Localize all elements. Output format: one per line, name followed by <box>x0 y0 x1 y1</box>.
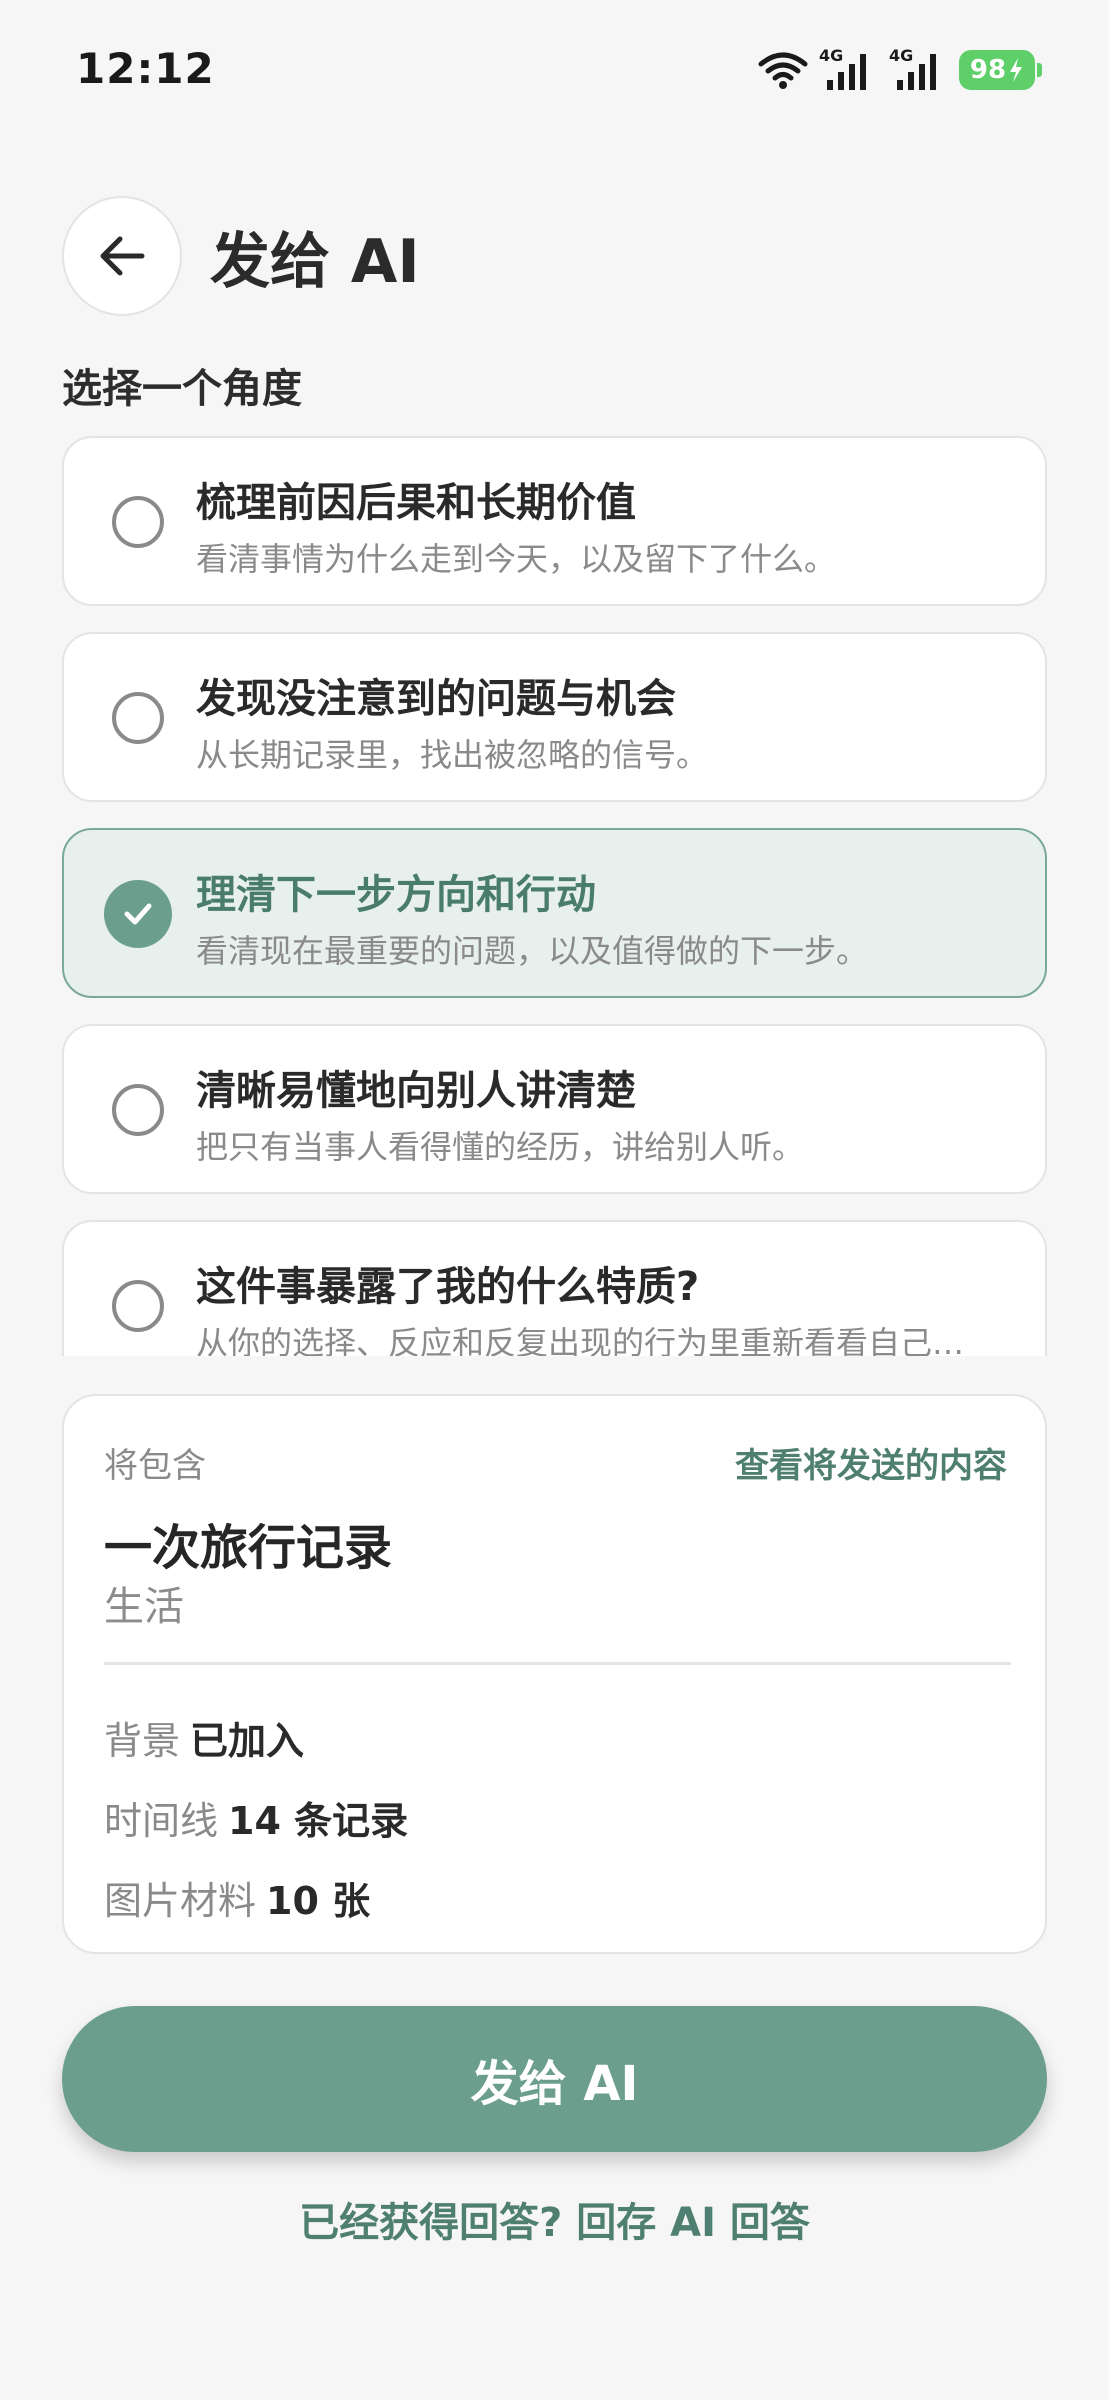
stat-key: 图片材料 <box>104 1879 257 1923</box>
radio-unchecked[interactable] <box>112 496 164 548</box>
status-time: 12:12 <box>76 44 215 93</box>
battery-level: 98 <box>969 55 1007 85</box>
stat-value: 已加入 <box>190 1719 305 1763</box>
option-desc: 从长期记录里，找出被忽略的信号。 <box>196 736 709 774</box>
status-icons: 4G 4G 98 <box>757 46 1042 94</box>
radio-unchecked[interactable] <box>112 1280 164 1332</box>
option-title: 这件事暴露了我的什么特质? <box>196 1264 700 1310</box>
option-desc: 看清现在最重要的问题，以及值得做的下一步。 <box>196 932 869 970</box>
radio-checked[interactable] <box>104 880 172 948</box>
stat-key: 时间线 <box>104 1799 219 1843</box>
signal-bars-icon <box>827 54 866 90</box>
option-desc: 把只有当事人看得懂的经历，讲给别人听。 <box>196 1128 805 1166</box>
summary-label: 将包含 <box>104 1446 206 1486</box>
option-cause-and-value[interactable]: 梳理前因后果和长期价值 看清事情为什么走到今天，以及留下了什么。 <box>62 436 1047 606</box>
save-ai-answer-link[interactable]: 已经获得回答? 回存 AI 回答 <box>0 2190 1109 2248</box>
back-button[interactable] <box>62 196 182 316</box>
stat-row-background: 背景 已加入 <box>104 1710 304 1765</box>
option-title: 梳理前因后果和长期价值 <box>196 480 636 526</box>
send-to-ai-button[interactable]: 发给 AI <box>62 2006 1047 2152</box>
option-explain-clearly[interactable]: 清晰易懂地向别人讲清楚 把只有当事人看得懂的经历，讲给别人听。 <box>62 1024 1047 1194</box>
option-title: 理清下一步方向和行动 <box>196 872 596 918</box>
summary-card: 将包含 查看将发送的内容 一次旅行记录 生活 背景 已加入 时间线 14 条记录 图… <box>62 1394 1047 1954</box>
checkmark-icon <box>124 903 152 925</box>
record-title: 一次旅行记录 <box>104 1520 393 1576</box>
signal-1: 4G <box>819 46 879 92</box>
view-content-link[interactable]: 查看将发送的内容 <box>735 1438 1007 1487</box>
stat-value: 14 条记录 <box>228 1799 409 1843</box>
header: 发给 AI <box>62 196 420 316</box>
option-desc: 从你的选择、反应和反复出现的行为里重新看看自己… <box>196 1324 965 1356</box>
option-desc: 看清事情为什么走到今天，以及留下了什么。 <box>196 540 837 578</box>
battery-indicator: 98 <box>959 50 1042 90</box>
stat-value: 10 张 <box>266 1879 371 1923</box>
page-title: 发给 AI <box>210 226 420 297</box>
radio-unchecked[interactable] <box>112 692 164 744</box>
status-bar: 12:12 4G 4G 98 <box>0 0 1109 140</box>
stat-row-timeline: 时间线 14 条记录 <box>104 1790 408 1845</box>
stat-key: 背景 <box>104 1719 181 1763</box>
stat-row-images: 图片材料 10 张 <box>104 1870 370 1925</box>
arrow-left-icon <box>100 236 145 276</box>
option-next-step[interactable]: 理清下一步方向和行动 看清现在最重要的问题，以及值得做的下一步。 <box>62 828 1047 998</box>
signal-2: 4G <box>889 46 949 92</box>
option-problems-and-opportunities[interactable]: 发现没注意到的问题与机会 从长期记录里，找出被忽略的信号。 <box>62 632 1047 802</box>
record-category: 生活 <box>104 1584 184 1630</box>
radio-unchecked[interactable] <box>112 1084 164 1136</box>
charging-bolt-icon <box>1010 58 1023 82</box>
signal-bars-icon <box>897 54 936 90</box>
wifi-icon <box>758 52 808 89</box>
divider <box>104 1662 1011 1665</box>
option-title: 清晰易懂地向别人讲清楚 <box>196 1068 636 1114</box>
section-label: 选择一个角度 <box>62 366 302 412</box>
option-personal-traits[interactable]: 这件事暴露了我的什么特质? 从你的选择、反应和反复出现的行为里重新看看自己… <box>62 1220 1047 1356</box>
angle-options-list[interactable]: 梳理前因后果和长期价值 看清事情为什么走到今天，以及留下了什么。 发现没注意到的… <box>62 436 1047 1356</box>
option-title: 发现没注意到的问题与机会 <box>196 676 676 722</box>
